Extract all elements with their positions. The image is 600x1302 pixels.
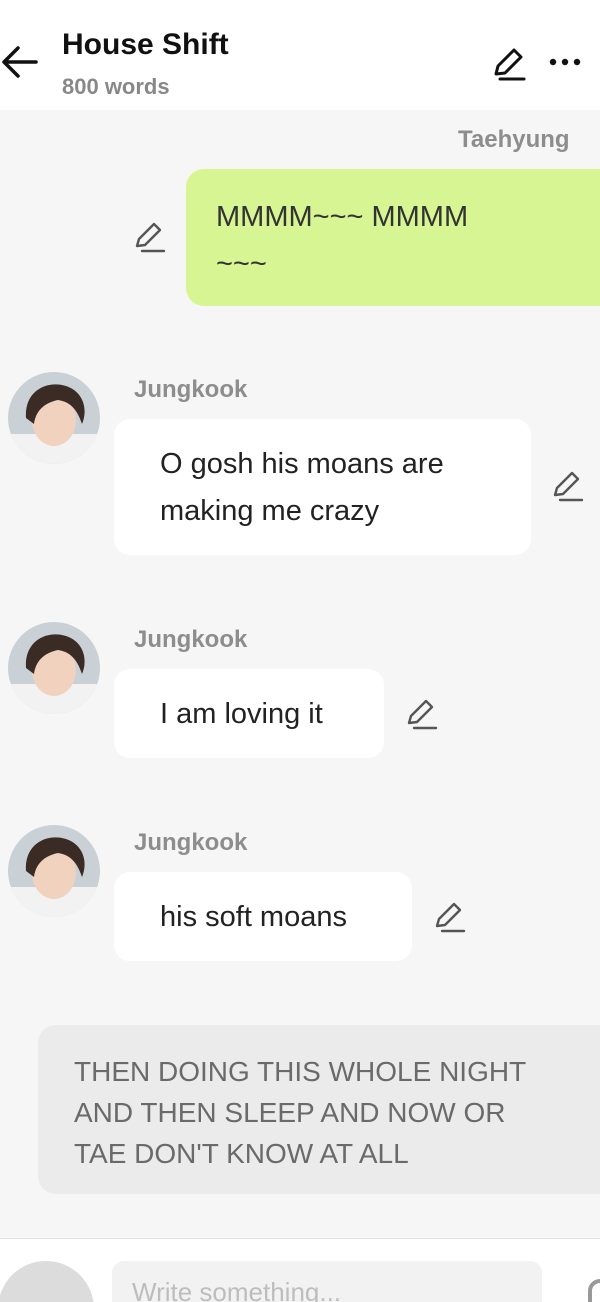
message-text-line: MMMM~~~ MMMM bbox=[216, 201, 469, 233]
back-button[interactable] bbox=[0, 40, 40, 84]
narration-bubble[interactable]: THEN DOING THIS WHOLE NIGHT AND THEN SLE… bbox=[38, 1025, 600, 1194]
avatar-image bbox=[8, 825, 100, 917]
message-text-line: making me crazy bbox=[160, 495, 380, 527]
message-text: I am loving it bbox=[160, 698, 323, 730]
message-text: his soft moans bbox=[160, 901, 347, 933]
sender-name: Taehyung bbox=[458, 126, 570, 153]
pencil-icon bbox=[135, 222, 166, 253]
message-text-line: ~~~ bbox=[216, 248, 267, 280]
pencil-icon bbox=[553, 471, 584, 502]
back-arrow-icon bbox=[2, 46, 38, 78]
narration-line: THEN DOING THIS WHOLE NIGHT bbox=[74, 1056, 527, 1087]
edit-message-button[interactable] bbox=[432, 900, 468, 936]
pencil-icon bbox=[494, 48, 526, 81]
avatar-image bbox=[8, 372, 100, 464]
message-bubble-incoming[interactable]: I am loving it bbox=[114, 669, 384, 758]
sender-name: Jungkook bbox=[134, 376, 248, 403]
character-selector-avatar[interactable] bbox=[0, 1261, 94, 1302]
message-bubble-outgoing[interactable]: MMMM~~~ MMMM ~~~ bbox=[186, 169, 600, 306]
pencil-icon bbox=[435, 902, 466, 933]
edit-message-button[interactable] bbox=[550, 469, 586, 505]
more-options-button[interactable] bbox=[548, 50, 582, 74]
narration-line: TAE DON'T KNOW AT ALL bbox=[74, 1138, 409, 1169]
edit-message-button[interactable] bbox=[132, 220, 168, 256]
message-input[interactable]: Write something... bbox=[112, 1261, 542, 1302]
app-header: House Shift 800 words bbox=[0, 0, 600, 110]
story-title: House Shift bbox=[62, 28, 229, 61]
message-text-line: O gosh his moans are bbox=[160, 448, 444, 480]
word-count: 800 words bbox=[62, 74, 170, 99]
avatar[interactable] bbox=[8, 372, 100, 464]
sender-name: Jungkook bbox=[134, 829, 248, 856]
edit-message-button[interactable] bbox=[404, 697, 440, 733]
sender-name: Jungkook bbox=[134, 626, 248, 653]
narration-line: AND THEN SLEEP AND NOW OR bbox=[74, 1097, 506, 1128]
message-composer: Write something... bbox=[0, 1238, 600, 1302]
more-icon bbox=[549, 58, 581, 66]
avatar[interactable] bbox=[8, 622, 100, 714]
pencil-icon bbox=[407, 699, 438, 730]
attachment-icon[interactable] bbox=[588, 1279, 600, 1302]
avatar-image bbox=[8, 622, 100, 714]
message-bubble-incoming[interactable]: his soft moans bbox=[114, 872, 412, 961]
message-bubble-incoming[interactable]: O gosh his moans are making me crazy bbox=[114, 419, 531, 555]
avatar[interactable] bbox=[8, 825, 100, 917]
edit-story-button[interactable] bbox=[488, 44, 528, 84]
